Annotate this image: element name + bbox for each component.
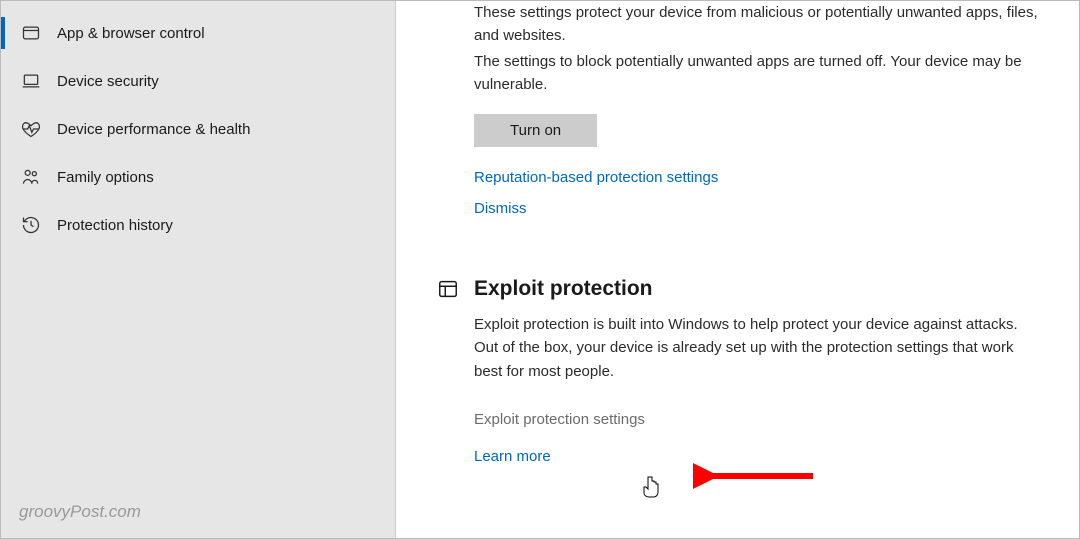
sidebar-item-label: Family options — [57, 169, 154, 186]
sidebar: App & browser control Device security De… — [1, 1, 396, 538]
sidebar-item-label: Device performance & health — [57, 121, 250, 138]
browser-icon — [19, 21, 43, 45]
exploit-protection-settings-link[interactable]: Exploit protection settings — [474, 411, 645, 428]
sidebar-item-app-browser-control[interactable]: App & browser control — [1, 9, 395, 57]
turn-on-button[interactable]: Turn on — [474, 114, 597, 147]
reputation-desc-2: The settings to block potentially unwant… — [474, 50, 1039, 97]
sidebar-item-device-security[interactable]: Device security — [1, 57, 395, 105]
sidebar-item-label: App & browser control — [57, 25, 205, 42]
heart-pulse-icon — [19, 117, 43, 141]
main-content: These settings protect your device from … — [396, 1, 1079, 538]
reputation-desc-1: These settings protect your device from … — [474, 1, 1039, 48]
sidebar-item-device-performance[interactable]: Device performance & health — [1, 105, 395, 153]
history-icon — [19, 213, 43, 237]
learn-more-link[interactable]: Learn more — [474, 448, 1039, 465]
sidebar-item-family-options[interactable]: Family options — [1, 153, 395, 201]
watermark: groovyPost.com — [19, 502, 141, 522]
sidebar-item-label: Protection history — [57, 217, 173, 234]
laptop-icon — [19, 69, 43, 93]
family-icon — [19, 165, 43, 189]
exploit-protection-desc: Exploit protection is built into Windows… — [474, 313, 1039, 383]
exploit-protection-header: Exploit protection — [436, 277, 1039, 301]
sidebar-item-label: Device security — [57, 73, 159, 90]
reputation-settings-link[interactable]: Reputation-based protection settings — [474, 169, 1039, 186]
exploit-protection-heading: Exploit protection — [474, 277, 653, 301]
exploit-icon — [436, 277, 460, 301]
sidebar-item-protection-history[interactable]: Protection history — [1, 201, 395, 249]
dismiss-link[interactable]: Dismiss — [474, 200, 1039, 217]
